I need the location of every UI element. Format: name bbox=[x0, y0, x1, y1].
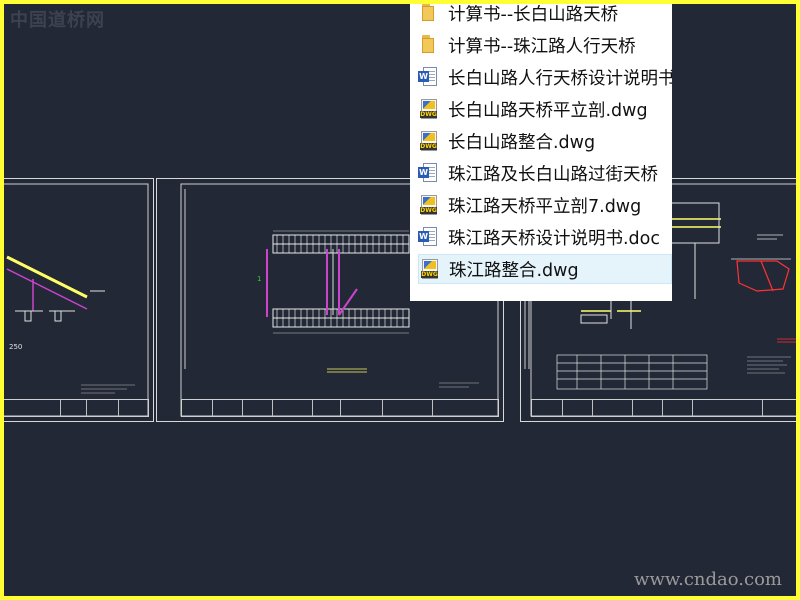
file-item-label: 计算书--长白山路天桥 bbox=[448, 4, 619, 25]
file-list-panel[interactable]: 计算书--长白山路天桥 计算书--珠江路人行天桥 W 长白山路人行天桥设计说明书… bbox=[410, 4, 672, 301]
file-item-calc-zhujiang[interactable]: 计算书--珠江路人行天桥 bbox=[418, 30, 672, 60]
dwg-file-icon: DWG bbox=[419, 258, 439, 280]
file-item-overpass-doc[interactable]: W 珠江路及长白山路过街天桥 bbox=[418, 158, 672, 188]
word-doc-icon: W bbox=[418, 226, 438, 248]
word-doc-icon: W bbox=[418, 162, 438, 184]
watermark-top-left: 中国道桥网 bbox=[10, 10, 105, 31]
file-item-zhujiang-plan-dwg[interactable]: DWG 珠江路天桥平立剖7.dwg bbox=[418, 190, 672, 220]
file-item-zhujiang-merged-dwg[interactable]: DWG 珠江路整合.dwg bbox=[418, 254, 672, 284]
watermark-bottom-right: www.cndao.com bbox=[634, 569, 782, 590]
dwg-file-icon: DWG bbox=[418, 130, 438, 152]
svg-text:1: 1 bbox=[257, 275, 261, 283]
drawing-sheet-1: 250 bbox=[4, 178, 154, 422]
file-item-label: 计算书--珠江路人行天桥 bbox=[448, 36, 636, 57]
file-item-label: 珠江路天桥平立剖7.dwg bbox=[448, 196, 642, 217]
sheet-1-drawing: 250 bbox=[4, 183, 149, 417]
word-doc-icon: W bbox=[418, 66, 438, 88]
file-item-label: 长白山路整合.dwg bbox=[448, 132, 596, 153]
file-item-label: 长白山路天桥平立剖.dwg bbox=[448, 100, 648, 121]
dwg-file-icon: DWG bbox=[418, 194, 438, 216]
file-item-changbaishan-merged-dwg[interactable]: DWG 长白山路整合.dwg bbox=[418, 126, 672, 156]
file-item-calc-changbaishan[interactable]: 计算书--长白山路天桥 bbox=[418, 4, 672, 28]
yellow-frame: 250 1 中国道桥网 www.cndao.com 计算书--长白山路天桥 计算… bbox=[0, 0, 800, 600]
svg-text:250: 250 bbox=[9, 343, 22, 351]
sheet-3-title-block bbox=[531, 399, 796, 417]
file-item-changbaishan-design-doc[interactable]: W 长白山路人行天桥设计说明书 bbox=[418, 62, 672, 92]
sheet-1-title-block bbox=[4, 399, 149, 417]
file-item-label: 珠江路天桥设计说明书.doc bbox=[448, 228, 660, 249]
file-item-changbaishan-plan-dwg[interactable]: DWG 长白山路天桥平立剖.dwg bbox=[418, 94, 672, 124]
file-item-label: 珠江路整合.dwg bbox=[449, 260, 579, 281]
folder-icon bbox=[418, 34, 438, 56]
cad-drawing-canvas[interactable]: 250 1 中国道桥网 www.cndao.com 计算书--长白山路天桥 计算… bbox=[4, 4, 796, 596]
dwg-file-icon: DWG bbox=[418, 98, 438, 120]
file-item-label: 珠江路及长白山路过街天桥 bbox=[448, 164, 658, 185]
file-item-zhujiang-design-doc[interactable]: W 珠江路天桥设计说明书.doc bbox=[418, 222, 672, 252]
folder-icon bbox=[418, 4, 438, 24]
sheet-2-title-block bbox=[181, 399, 499, 417]
file-item-label: 长白山路人行天桥设计说明书 bbox=[448, 68, 672, 89]
